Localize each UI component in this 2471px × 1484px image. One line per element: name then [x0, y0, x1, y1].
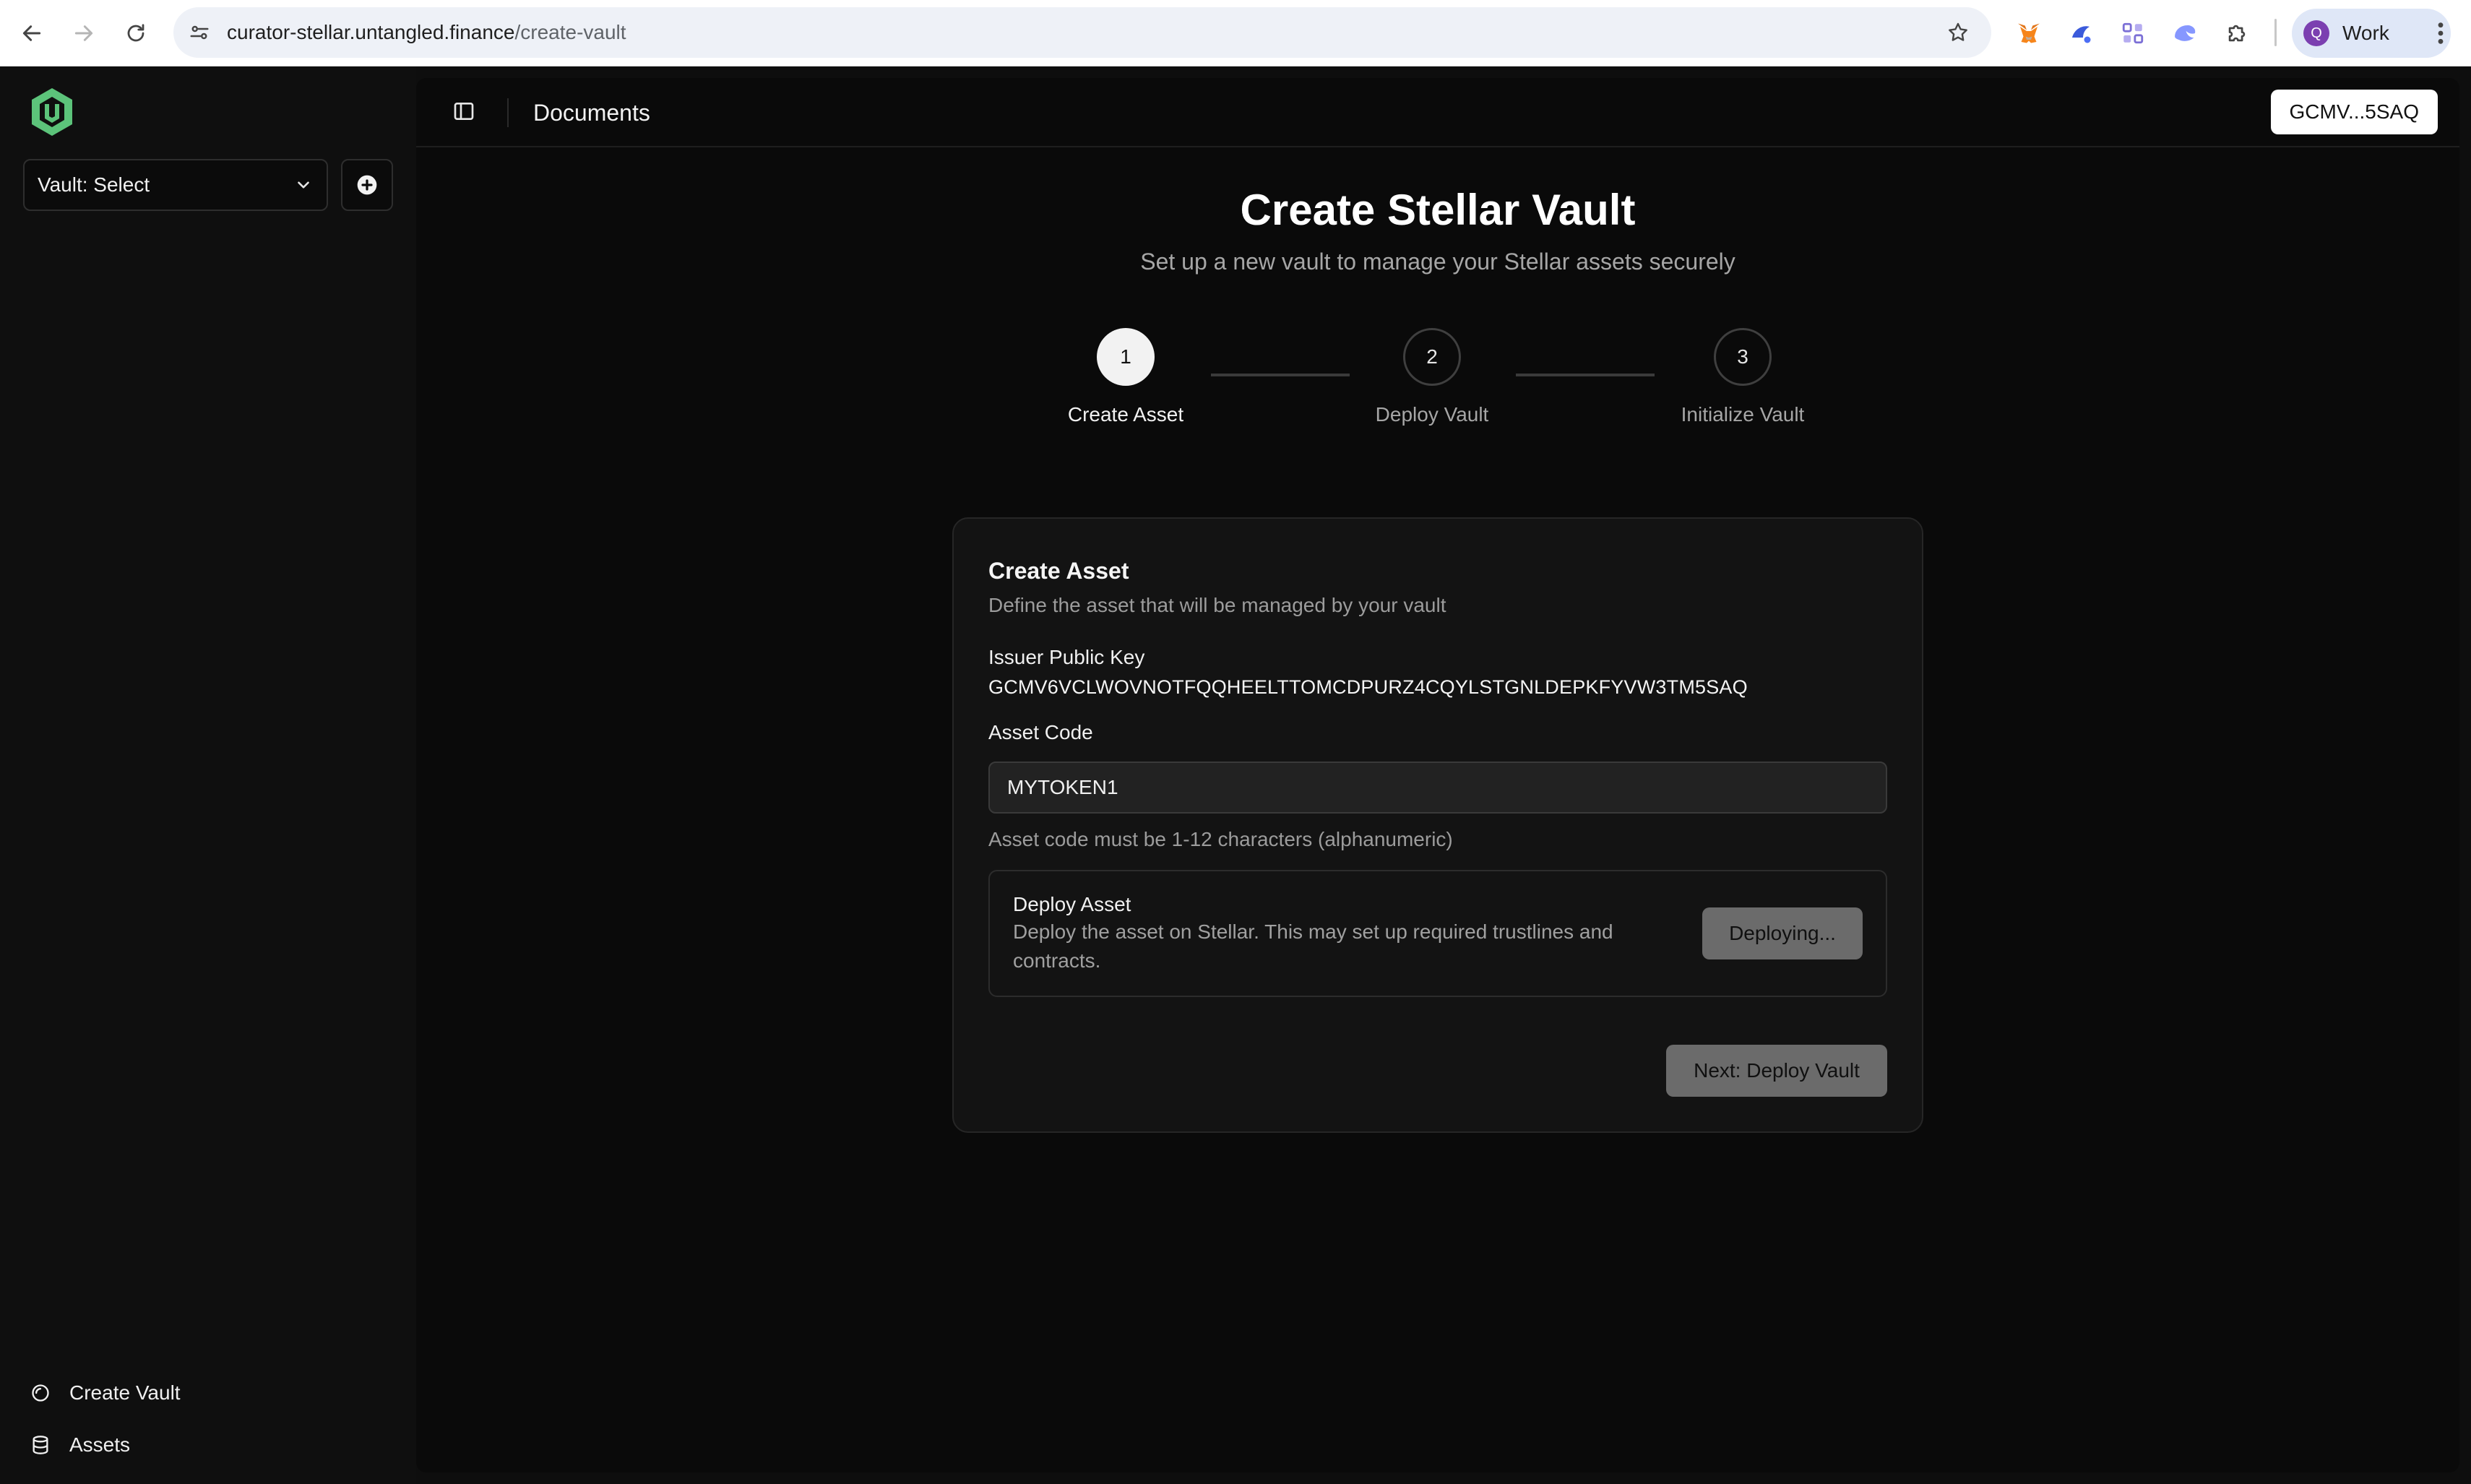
- create-asset-card: Create Asset Define the asset that will …: [952, 517, 1923, 1133]
- page-subtitle: Set up a new vault to manage your Stella…: [1140, 249, 1735, 275]
- panel-left-icon: [454, 103, 474, 120]
- browser-menu-button[interactable]: [2426, 17, 2455, 49]
- next-deploy-vault-button[interactable]: Next: Deploy Vault: [1666, 1045, 1887, 1097]
- deploy-asset-description: Deploy the asset on Stellar. This may se…: [1013, 920, 1613, 972]
- bookmark-star-icon[interactable]: [1944, 18, 1972, 47]
- step-deploy-vault: 2 Deploy Vault: [1345, 328, 1519, 426]
- step-label: Deploy Vault: [1375, 403, 1489, 426]
- asset-code-hint: Asset code must be 1-12 characters (alph…: [988, 828, 1453, 850]
- step-label: Initialize Vault: [1681, 403, 1805, 426]
- wallet-address-button[interactable]: GCMV...5SAQ: [2270, 90, 2438, 134]
- deploy-asset-button[interactable]: Deploying...: [1702, 907, 1863, 959]
- step-connector: [1211, 374, 1350, 376]
- deploy-asset-panel: Deploy Asset Deploy the asset on Stellar…: [988, 870, 1887, 997]
- more-vertical-icon: [2438, 22, 2444, 44]
- puzzle-icon[interactable]: [2220, 16, 2254, 51]
- avatar: Q: [2303, 20, 2329, 46]
- vault-select-label: Vault: Select: [38, 173, 150, 196]
- browser-toolbar: curator-stellar.untangled.finance/create…: [0, 0, 2471, 66]
- issuer-key-label: Issuer Public Key: [988, 646, 1145, 668]
- circle-icon: [29, 1381, 52, 1405]
- sidebar-item-assets[interactable]: Assets: [29, 1419, 181, 1471]
- deploy-asset-title: Deploy Asset: [1013, 893, 1131, 915]
- plus-circle-icon: [357, 175, 377, 195]
- database-icon: [29, 1433, 52, 1457]
- asset-code-input[interactable]: [988, 762, 1887, 814]
- step-number: 1: [1097, 328, 1155, 386]
- reload-button[interactable]: [116, 13, 156, 53]
- step-create-asset: 1 Create Asset: [1039, 328, 1212, 426]
- step-number: 2: [1403, 328, 1461, 386]
- metamask-fox-icon[interactable]: [2011, 16, 2046, 51]
- url-text[interactable]: curator-stellar.untangled.finance/create…: [227, 7, 626, 58]
- header-divider: [507, 98, 509, 127]
- rabby-icon[interactable]: [2168, 16, 2202, 51]
- issuer-key-value: GCMV6VCLWOVNOTFQQHEELTTOMCDPURZ4CQYLSTGN…: [988, 676, 1748, 698]
- vault-select[interactable]: Vault: Select: [23, 159, 328, 211]
- forward-button[interactable]: [64, 13, 104, 53]
- toolbar-divider: [2274, 19, 2277, 46]
- add-vault-button[interactable]: [341, 159, 393, 211]
- step-initialize-vault: 3 Initialize Vault: [1656, 328, 1829, 426]
- back-arrow-icon: [22, 25, 41, 41]
- reload-icon: [127, 24, 145, 42]
- card-subtitle: Define the asset that will be managed by…: [988, 594, 1446, 616]
- address-bar[interactable]: curator-stellar.untangled.finance/create…: [173, 7, 1991, 58]
- app-logo-icon[interactable]: [29, 87, 75, 137]
- page-title: Create Stellar Vault: [1240, 186, 1636, 234]
- header: Documents GCMV...5SAQ: [416, 78, 2459, 147]
- site-settings-icon[interactable]: [185, 18, 214, 47]
- step-connector: [1516, 374, 1655, 376]
- asset-code-label: Asset Code: [988, 721, 1093, 743]
- forward-arrow-icon: [74, 25, 93, 41]
- back-button[interactable]: [12, 13, 52, 53]
- profile-name: Work: [2342, 22, 2389, 44]
- sidebar-item-label: Assets: [69, 1433, 131, 1456]
- sidebar-nav: Create Vault Assets: [29, 1367, 181, 1471]
- extension-icon[interactable]: [2116, 16, 2150, 51]
- card-title: Create Asset: [988, 558, 1129, 584]
- url-path: /create-vault: [514, 21, 626, 43]
- chevron-down-icon: [292, 173, 315, 197]
- step-label: Create Asset: [1067, 403, 1184, 426]
- breadcrumb: Documents: [533, 100, 650, 126]
- freighter-icon[interactable]: [2064, 16, 2098, 51]
- sidebar-toggle-button[interactable]: [449, 97, 478, 126]
- url-host: curator-stellar.untangled.finance: [227, 21, 515, 43]
- main-panel: Documents GCMV...5SAQ Create Stellar Vau…: [416, 78, 2459, 1472]
- step-number: 3: [1714, 328, 1772, 386]
- sidebar-item-create-vault[interactable]: Create Vault: [29, 1367, 181, 1419]
- sidebar: Vault: Select Create Vault Assets: [0, 66, 416, 1484]
- sidebar-item-label: Create Vault: [69, 1381, 181, 1404]
